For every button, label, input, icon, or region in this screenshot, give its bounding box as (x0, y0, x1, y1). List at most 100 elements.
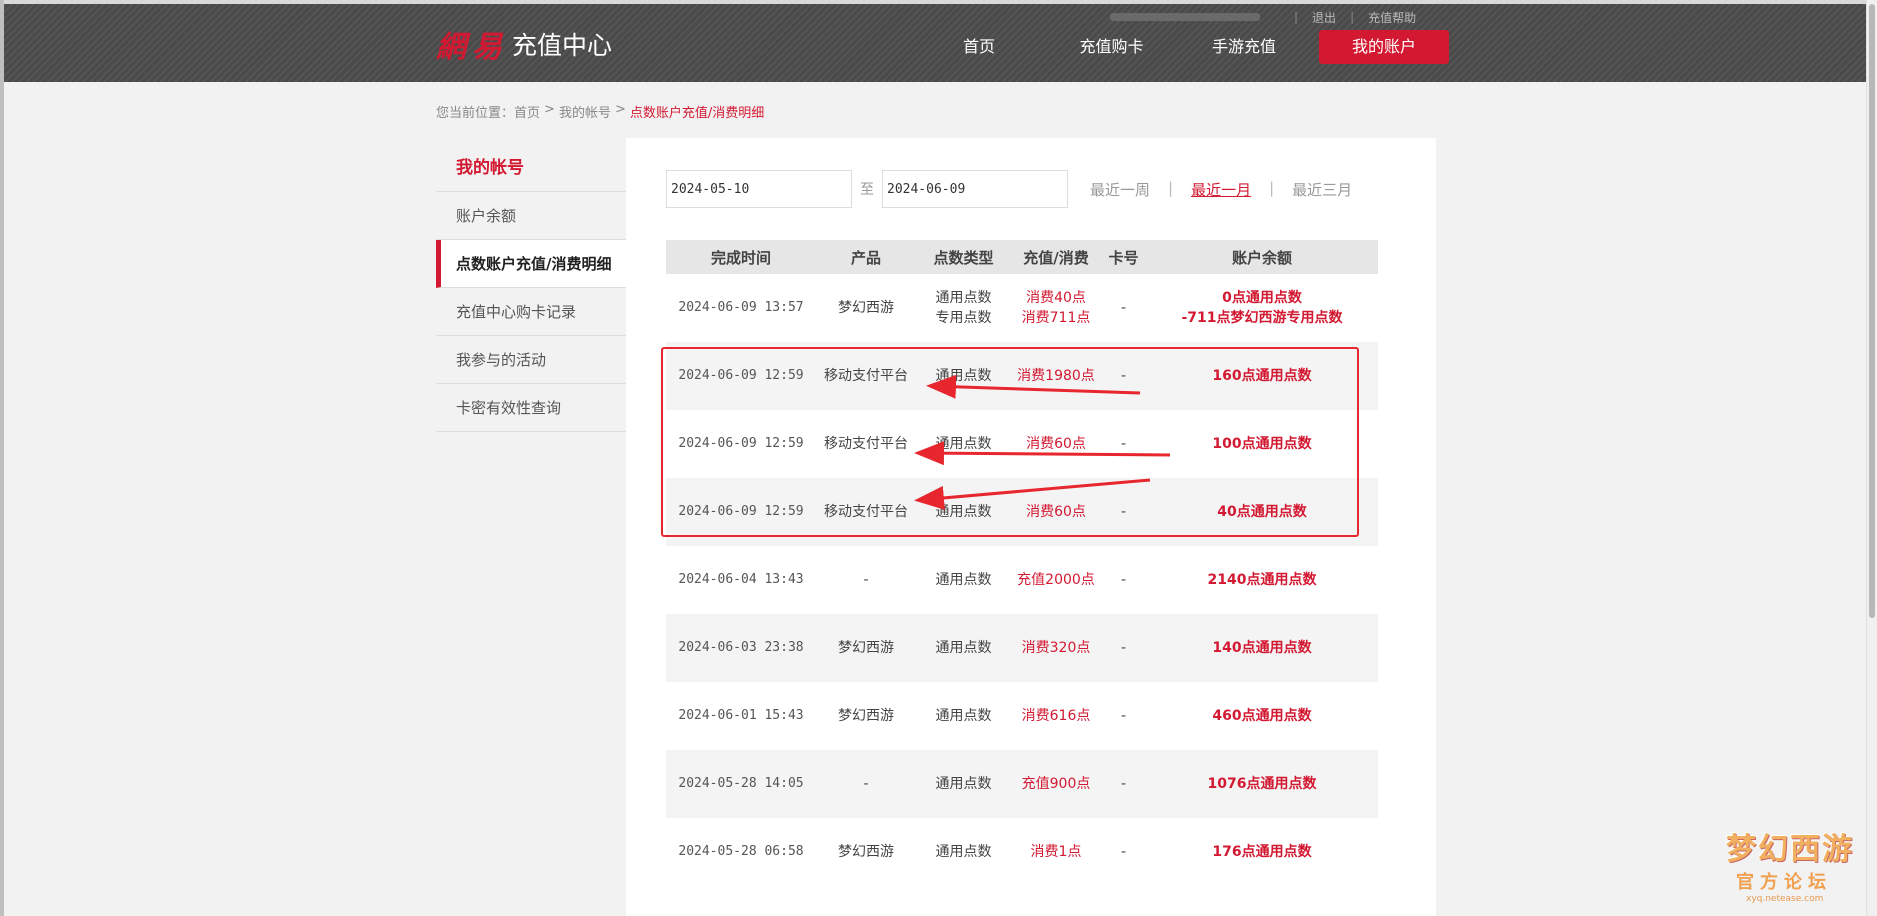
window-left-border (0, 0, 4, 916)
logout-link[interactable]: 退出 (1312, 9, 1336, 26)
breadcrumb-current: 点数账户充值/消费明细 (629, 106, 765, 121)
header-product: 产品 (816, 240, 916, 274)
watermark-url: xyq.netease.com (1746, 894, 1824, 904)
cell-balance: 100点通用点数 (1212, 436, 1312, 452)
cell-product: 梦幻西游 (816, 614, 916, 682)
watermark-title: 梦幻西游 (1726, 832, 1854, 867)
cell-type-line2: 专用点数 (935, 310, 992, 326)
nav-my-account[interactable]: 我的账户 (1319, 30, 1449, 64)
header-type: 点数类型 (916, 240, 1011, 274)
site-logo[interactable]: 網易 充值中心 (436, 24, 613, 65)
cell-card: - (1101, 614, 1146, 682)
cell-type: 通用点数 专用点数 (916, 274, 1011, 342)
cell-card: - (1120, 300, 1127, 316)
help-link[interactable]: 充值帮助 (1368, 9, 1416, 26)
cell-type: 通用点数 (916, 614, 1011, 682)
cell-time: 2024-06-09 12:59 (666, 342, 816, 410)
date-filter: 至 最近一周 | 最近一月 | 最近三月 (666, 170, 1352, 208)
range-3month-link[interactable]: 最近三月 (1292, 179, 1352, 200)
username-masked (1110, 13, 1260, 21)
table-row: 2024-06-09 12:59 移动支付平台 通用点数 消费1980点 - 1… (666, 342, 1378, 410)
cell-product: 梦幻西游 (838, 844, 894, 860)
cell-type: 通用点数 (916, 478, 1011, 546)
cell-amount: 消费40点消费711点 (1011, 274, 1101, 342)
breadcrumb-account[interactable]: 我的帐号 (559, 102, 611, 121)
transactions-table: 完成时间 产品 点数类型 充值/消费 卡号 账户余额 2024-06-09 13… (666, 240, 1378, 886)
cell-card: - (1120, 436, 1127, 452)
cell-amount: 消费616点 (1021, 708, 1091, 724)
nav-home[interactable]: 首页 (914, 30, 1044, 64)
table-header-row: 完成时间 产品 点数类型 充值/消费 卡号 账户余额 (666, 240, 1378, 274)
cell-time: 2024-06-09 12:59 (678, 436, 804, 451)
cell-card: - (1101, 750, 1146, 818)
cell-amount: 消费1980点 (1011, 342, 1101, 410)
cell-card: - (1101, 342, 1146, 410)
table-row: 2024-06-09 13:57 梦幻西游 通用点数 专用点数 消费40点消费71… (666, 274, 1378, 342)
cell-card: - (1120, 844, 1127, 860)
cell-card: - (1120, 572, 1127, 588)
main-panel: 至 最近一周 | 最近一月 | 最近三月 完成时间 产品 点数类型 充值/消费 … (626, 138, 1436, 916)
watermark-sub: 官方论坛 (1736, 872, 1832, 893)
cell-balance: 460点通用点数 (1212, 708, 1312, 724)
header-amount: 充值/消费 (1011, 240, 1101, 274)
cell-type: 通用点数 (935, 436, 992, 452)
header-balance: 账户余额 (1146, 240, 1378, 274)
cell-product: 梦幻西游 (838, 300, 894, 316)
end-date-input[interactable] (882, 170, 1068, 208)
range-links: 最近一周 | 最近一月 | 最近三月 (1090, 178, 1353, 200)
breadcrumb-home[interactable]: 首页 (514, 102, 540, 121)
nav-buy-card[interactable]: 充值购卡 (1044, 30, 1179, 64)
sidebar-title: 我的帐号 (436, 138, 626, 192)
scrollbar-thumb[interactable] (1869, 4, 1875, 618)
forum-watermark-logo: 梦幻西游 官方论坛 xyq.netease.com (1726, 824, 1866, 904)
range-month-link[interactable]: 最近一月 (1191, 179, 1251, 200)
header-card: 卡号 (1101, 240, 1146, 274)
breadcrumb-prefix: 您当前位置： (436, 106, 515, 121)
sidebar-item-activities[interactable]: 我参与的活动 (436, 336, 626, 384)
cell-card: - (1101, 478, 1146, 546)
cell-amount: 充值900点 (1011, 750, 1101, 818)
cell-time: 2024-06-04 13:43 (678, 572, 804, 587)
cell-product: 移动支付平台 (816, 478, 916, 546)
sidebar-item-balance[interactable]: 账户余额 (436, 192, 626, 240)
cell-amount: 充值2000点 (1017, 572, 1095, 588)
cell-product: 梦幻西游 (838, 708, 894, 724)
main-nav: 首页 充值购卡 手游充值 我的账户 (914, 30, 1449, 64)
cell-type: 通用点数 (935, 708, 992, 724)
cell-balance: 176点通用点数 (1212, 844, 1312, 860)
cell-product: - (816, 750, 916, 818)
start-date-input[interactable] (666, 170, 852, 208)
cell-amount: 消费320点 (1011, 614, 1101, 682)
table-row: 2024-06-04 13:43 - 通用点数 充值2000点 - 2140点通… (666, 546, 1378, 614)
cell-type: 通用点数 (935, 844, 992, 860)
sidebar-item-card-records[interactable]: 充值中心购卡记录 (436, 288, 626, 336)
page-scrollbar[interactable] (1866, 0, 1877, 916)
cell-product: 移动支付平台 (824, 436, 908, 452)
table-row: 2024-06-09 12:59 移动支付平台 通用点数 消费60点 - 100… (666, 410, 1378, 478)
logo-title: 充值中心 (512, 31, 613, 60)
range-week-link[interactable]: 最近一周 (1090, 179, 1150, 200)
cell-type: 通用点数 (935, 572, 992, 588)
sidebar-item-card-check[interactable]: 卡密有效性查询 (436, 384, 626, 432)
cell-balance-line2: -711点梦幻西游专用点数 (1181, 310, 1343, 326)
table-row: 2024-05-28 06:58 梦幻西游 通用点数 消费1点 - 176点通用… (666, 818, 1378, 886)
cell-time: 2024-06-01 15:43 (678, 708, 804, 723)
sidebar-item-points-detail[interactable]: 点数账户充值/消费明细 (436, 240, 626, 288)
cell-amount-line2: 消费711点 (1021, 310, 1091, 326)
table-row: 2024-05-28 14:05 - 通用点数 充值900点 - 1076点通用… (666, 750, 1378, 818)
cell-time: 2024-05-28 14:05 (666, 750, 816, 818)
cell-amount-line1: 消费40点 (1026, 290, 1086, 306)
cell-time: 2024-06-09 13:57 (678, 300, 804, 315)
cell-balance: 0点通用点数 -711点梦幻西游专用点数 (1146, 274, 1378, 342)
table-row: 2024-06-09 12:59 移动支付平台 通用点数 消费60点 - 40点… (666, 478, 1378, 546)
cell-amount: 消费60点 (1011, 478, 1101, 546)
cell-time: 2024-06-03 23:38 (666, 614, 816, 682)
site-header: 網易 充值中心 | 退出 | 充值帮助 首页 充值购卡 手游充值 我的账户 (4, 4, 1866, 82)
header-time: 完成时间 (666, 240, 816, 274)
logo-brand: 網易 (436, 30, 508, 65)
cell-balance: 2140点通用点数 (1207, 572, 1317, 588)
cell-balance-line1: 0点通用点数 (1222, 290, 1302, 306)
nav-mobile-recharge[interactable]: 手游充值 (1179, 30, 1309, 64)
table-row: 2024-06-01 15:43 梦幻西游 通用点数 消费616点 - 460点… (666, 682, 1378, 750)
table-row: 2024-06-03 23:38 梦幻西游 通用点数 消费320点 - 140点… (666, 614, 1378, 682)
